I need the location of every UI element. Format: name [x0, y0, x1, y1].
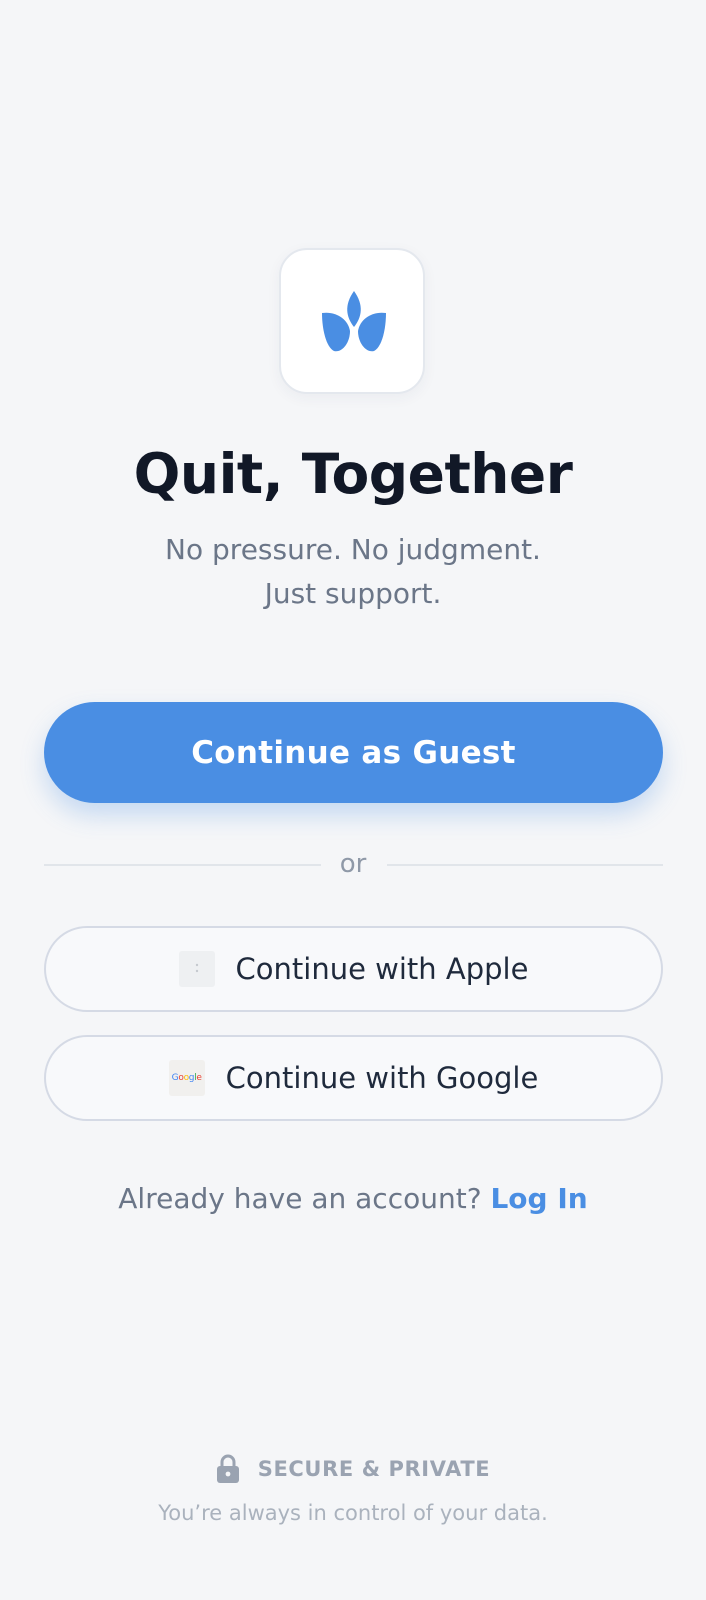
continue-with-apple-button[interactable]: Continue with Apple	[44, 926, 663, 1012]
secure-badge: SECURE & PRIVATE	[0, 1454, 706, 1484]
lock-icon	[216, 1454, 239, 1483]
continue-with-google-button[interactable]: Google Continue with Google	[44, 1035, 663, 1121]
divider-or-text: or	[339, 849, 367, 879]
continue-with-google-label: Continue with Google	[225, 1061, 539, 1095]
subtitle-line-1: No pressure. No judgment.	[165, 533, 541, 566]
continue-as-guest-label: Continue as Guest	[191, 734, 516, 771]
continue-as-guest-button[interactable]: Continue as Guest	[44, 702, 663, 803]
divider-right	[387, 864, 663, 866]
page-title: Quit, Together	[133, 442, 573, 506]
sprout-leaf-icon	[322, 291, 386, 352]
google-logo-icon: Google	[168, 1060, 205, 1096]
login-prompt-row: Already have an account? Log In	[0, 1180, 706, 1218]
login-prompt-text: Already have an account?	[118, 1182, 482, 1215]
login-link[interactable]: Log In	[490, 1182, 587, 1215]
continue-with-apple-label: Continue with Apple	[235, 952, 529, 986]
app-logo	[279, 248, 425, 394]
secure-subtext: You’re always in control of your data.	[158, 1501, 548, 1525]
secure-label: SECURE & PRIVATE	[257, 1457, 491, 1481]
apple-logo-icon	[178, 951, 215, 987]
subtitle-line-2: Just support.	[264, 577, 442, 610]
divider-left	[44, 864, 321, 866]
apple-logo-glyph	[195, 963, 198, 973]
